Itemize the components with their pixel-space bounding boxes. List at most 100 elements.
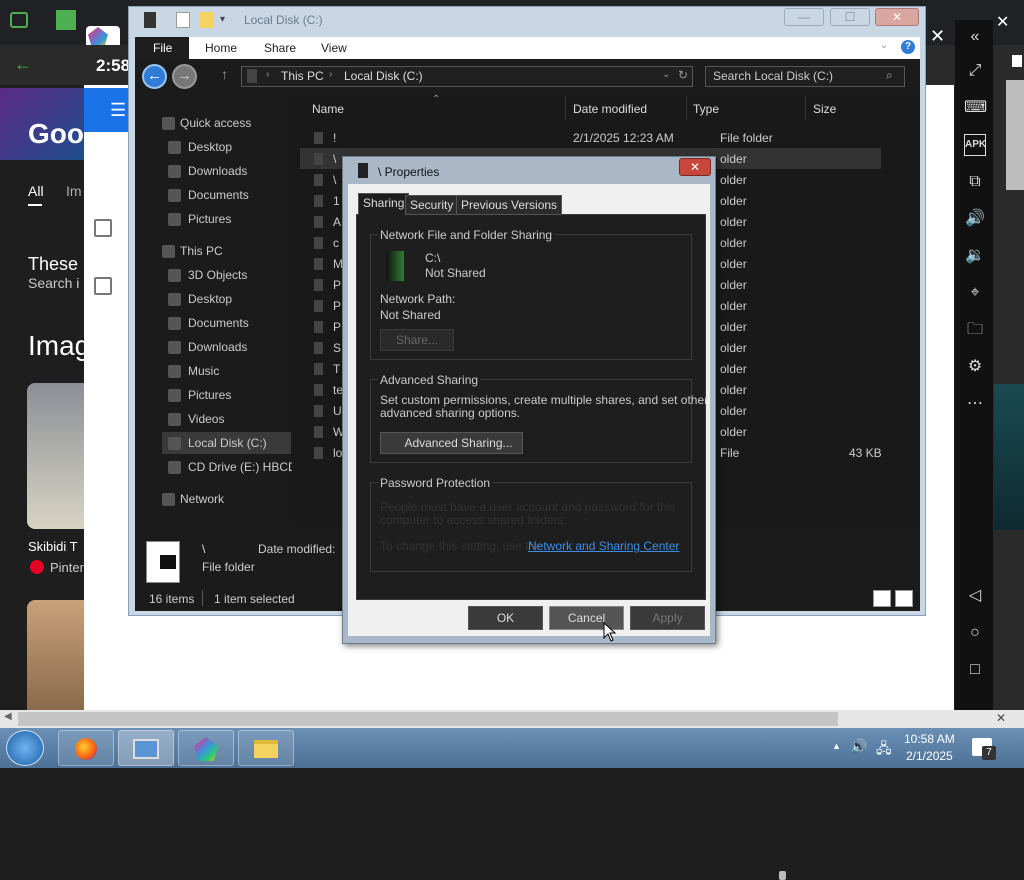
network-sharing-center-link[interactable]: Network and Sharing Center <box>528 539 679 553</box>
tab-view[interactable]: View <box>321 41 347 55</box>
menu-icon[interactable]: ☰ <box>110 100 126 121</box>
maximize-button[interactable]: ☐ <box>830 8 870 26</box>
collapse-icon[interactable]: « <box>964 26 986 48</box>
android-back-icon[interactable]: ◁ <box>964 585 986 607</box>
properties-icon[interactable] <box>176 12 190 28</box>
apk-icon[interactable]: APK <box>964 134 986 156</box>
tab-share[interactable]: Share <box>264 41 296 55</box>
file-icon <box>314 237 323 249</box>
nav-item[interactable]: Downloads <box>188 340 247 354</box>
nav-item[interactable]: Downloads <box>188 164 247 178</box>
location-icon[interactable]: ⌖ <box>964 282 986 304</box>
apply-button[interactable]: Apply <box>630 606 705 630</box>
address-dropdown-icon[interactable]: ⌄ <box>662 69 670 80</box>
nav-item[interactable]: Documents <box>188 188 249 202</box>
help-icon[interactable]: ? <box>901 40 915 54</box>
clock-date[interactable]: 2/1/2025 <box>906 749 953 763</box>
scroll-close-icon[interactable]: ✕ <box>996 711 1006 725</box>
volume-up-icon[interactable]: 🔊 <box>964 208 986 230</box>
scroll-left-icon[interactable]: ◀ <box>4 711 12 722</box>
keyboard-icon[interactable]: ⌨ <box>964 97 987 119</box>
fullscreen-icon[interactable]: ⤢ <box>964 60 986 82</box>
qat-dropdown-icon[interactable]: ▾ <box>220 14 225 25</box>
volume-icon[interactable]: 🔊 <box>850 738 867 755</box>
taskbar-computer[interactable] <box>118 730 174 766</box>
more-icon[interactable]: ⋯ <box>964 393 986 415</box>
tab-home[interactable]: Home <box>205 41 237 55</box>
breadcrumb-this-pc[interactable]: This PC <box>281 69 324 83</box>
file-tab-label[interactable]: File <box>153 41 172 55</box>
search-icon[interactable]: ⌕ <box>886 68 893 83</box>
taskbar-firefox[interactable] <box>58 730 114 766</box>
details-view-icon[interactable] <box>873 590 891 607</box>
back-button[interactable]: ← <box>142 64 167 89</box>
nav-item[interactable]: Videos <box>188 412 224 426</box>
large-icons-view-icon[interactable] <box>895 590 913 607</box>
nav-item[interactable]: CD Drive (E:) HBCD_ <box>188 460 303 474</box>
breadcrumb-local-disk[interactable]: Local Disk (C:) <box>344 69 423 83</box>
image-thumbnail-right[interactable] <box>994 384 1024 530</box>
back-arrow-icon[interactable]: ← <box>14 54 32 75</box>
nav-item[interactable]: Documents <box>188 316 249 330</box>
ribbon-expand-icon[interactable]: ⌄ <box>880 40 888 51</box>
tray-expand-icon[interactable]: ▲ <box>832 741 841 751</box>
tab-security[interactable]: Security <box>405 195 459 215</box>
forward-button[interactable]: → <box>172 64 197 89</box>
file-icon <box>314 321 323 333</box>
dialog-close-button[interactable]: ✕ <box>679 158 711 176</box>
column-name[interactable]: Name <box>312 102 344 116</box>
refresh-icon[interactable]: ↻ <box>678 68 688 82</box>
column-type[interactable]: Type <box>693 102 719 116</box>
breadcrumb-chevron-icon: › <box>266 69 270 80</box>
tab-previous-versions[interactable]: Previous Versions <box>456 195 563 215</box>
scrollbar-thumb[interactable] <box>1006 80 1024 190</box>
taskbar-app[interactable] <box>178 730 234 766</box>
tab-icon <box>10 12 28 28</box>
android-recents-icon[interactable]: □ <box>964 659 986 681</box>
column-divider[interactable] <box>686 96 687 120</box>
nav-item[interactable]: Pictures <box>188 212 231 226</box>
minimize-button[interactable]: — <box>784 8 824 26</box>
advanced-sharing-button[interactable]: Advanced Sharing... <box>380 432 786 880</box>
image-thumbnail[interactable] <box>27 383 84 529</box>
nav-item[interactable]: Music <box>188 364 219 378</box>
nav-item[interactable]: 3D Objects <box>188 268 247 282</box>
nav-item[interactable]: Desktop <box>188 292 232 306</box>
checkbox[interactable] <box>94 277 112 295</box>
nav-item[interactable]: This PC <box>180 244 223 258</box>
share-button[interactable]: Share... <box>380 329 454 351</box>
close-icon[interactable]: ✕ <box>996 12 1009 32</box>
checkbox[interactable] <box>94 219 112 237</box>
network-icon[interactable]: 🖧 <box>876 738 892 762</box>
start-button[interactable] <box>6 730 44 766</box>
close-button[interactable]: ✕ <box>875 8 919 26</box>
nav-item[interactable]: Desktop <box>188 140 232 154</box>
tab-all[interactable]: All <box>28 183 44 199</box>
column-divider[interactable] <box>805 96 806 120</box>
settings-gear-icon[interactable]: ⚙ <box>964 356 986 378</box>
folder-icon[interactable]: 🗀 <box>964 319 986 341</box>
image-thumbnail[interactable] <box>27 600 84 710</box>
taskbar-explorer[interactable] <box>238 730 294 766</box>
panel-close-icon[interactable]: ✕ <box>930 26 945 47</box>
nav-item[interactable]: Quick access <box>180 116 251 130</box>
column-date[interactable]: Date modified <box>573 102 647 116</box>
image-title[interactable]: Skibidi T <box>28 539 78 554</box>
android-home-icon[interactable]: ○ <box>964 622 986 644</box>
file-type: older <box>720 299 747 313</box>
nav-item[interactable]: Local Disk (C:) <box>188 436 267 450</box>
horizontal-scrollbar-thumb[interactable] <box>18 712 838 726</box>
column-size[interactable]: Size <box>813 102 836 116</box>
nav-item[interactable]: Network <box>180 492 224 506</box>
clock-time[interactable]: 10:58 AM <box>904 732 955 746</box>
column-divider[interactable] <box>565 96 566 120</box>
tab-images[interactable]: Im <box>66 183 82 199</box>
up-arrow-icon[interactable]: ↑ <box>221 66 228 82</box>
volume-down-icon[interactable]: 🔉 <box>964 245 986 267</box>
nav-item-icon <box>168 141 181 154</box>
tab-sharing[interactable]: Sharing <box>358 193 410 215</box>
ok-button[interactable]: OK <box>468 606 543 630</box>
new-folder-icon[interactable] <box>200 12 214 28</box>
screenshot-icon[interactable]: ⧉ <box>964 171 986 193</box>
nav-item[interactable]: Pictures <box>188 388 231 402</box>
